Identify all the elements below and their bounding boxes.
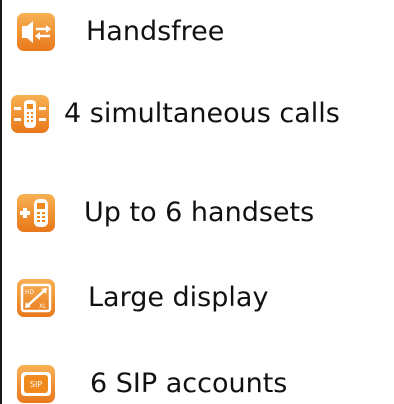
- sip-text: SIP: [30, 380, 42, 389]
- feature-label: Large display: [88, 282, 269, 313]
- large-display-icon: HD XL: [16, 278, 56, 318]
- feature-label: Up to 6 handsets: [84, 197, 315, 228]
- feature-handsets: Up to 6 handsets: [0, 185, 394, 241]
- feature-list-page: Handsfree 4 simultaneous calls Up to 6 h…: [0, 0, 394, 404]
- simultaneous-calls-icon: [10, 94, 50, 134]
- add-handset-icon: [16, 193, 56, 233]
- feature-label: 4 simultaneous calls: [64, 98, 340, 129]
- display-hd-text: HD: [25, 289, 35, 296]
- feature-label: Handsfree: [86, 16, 225, 47]
- feature-label: 6 SIP accounts: [90, 368, 288, 399]
- handsfree-speaker-icon: [16, 12, 56, 52]
- feature-large-display: HD XL Large display: [0, 270, 394, 326]
- display-xl-text: XL: [39, 303, 47, 310]
- feature-sip-accounts: SIP 6 SIP accounts: [0, 356, 394, 404]
- sip-accounts-icon: SIP: [16, 364, 56, 404]
- feature-simultaneous-calls: 4 simultaneous calls: [0, 86, 394, 142]
- feature-handsfree: Handsfree: [0, 4, 394, 60]
